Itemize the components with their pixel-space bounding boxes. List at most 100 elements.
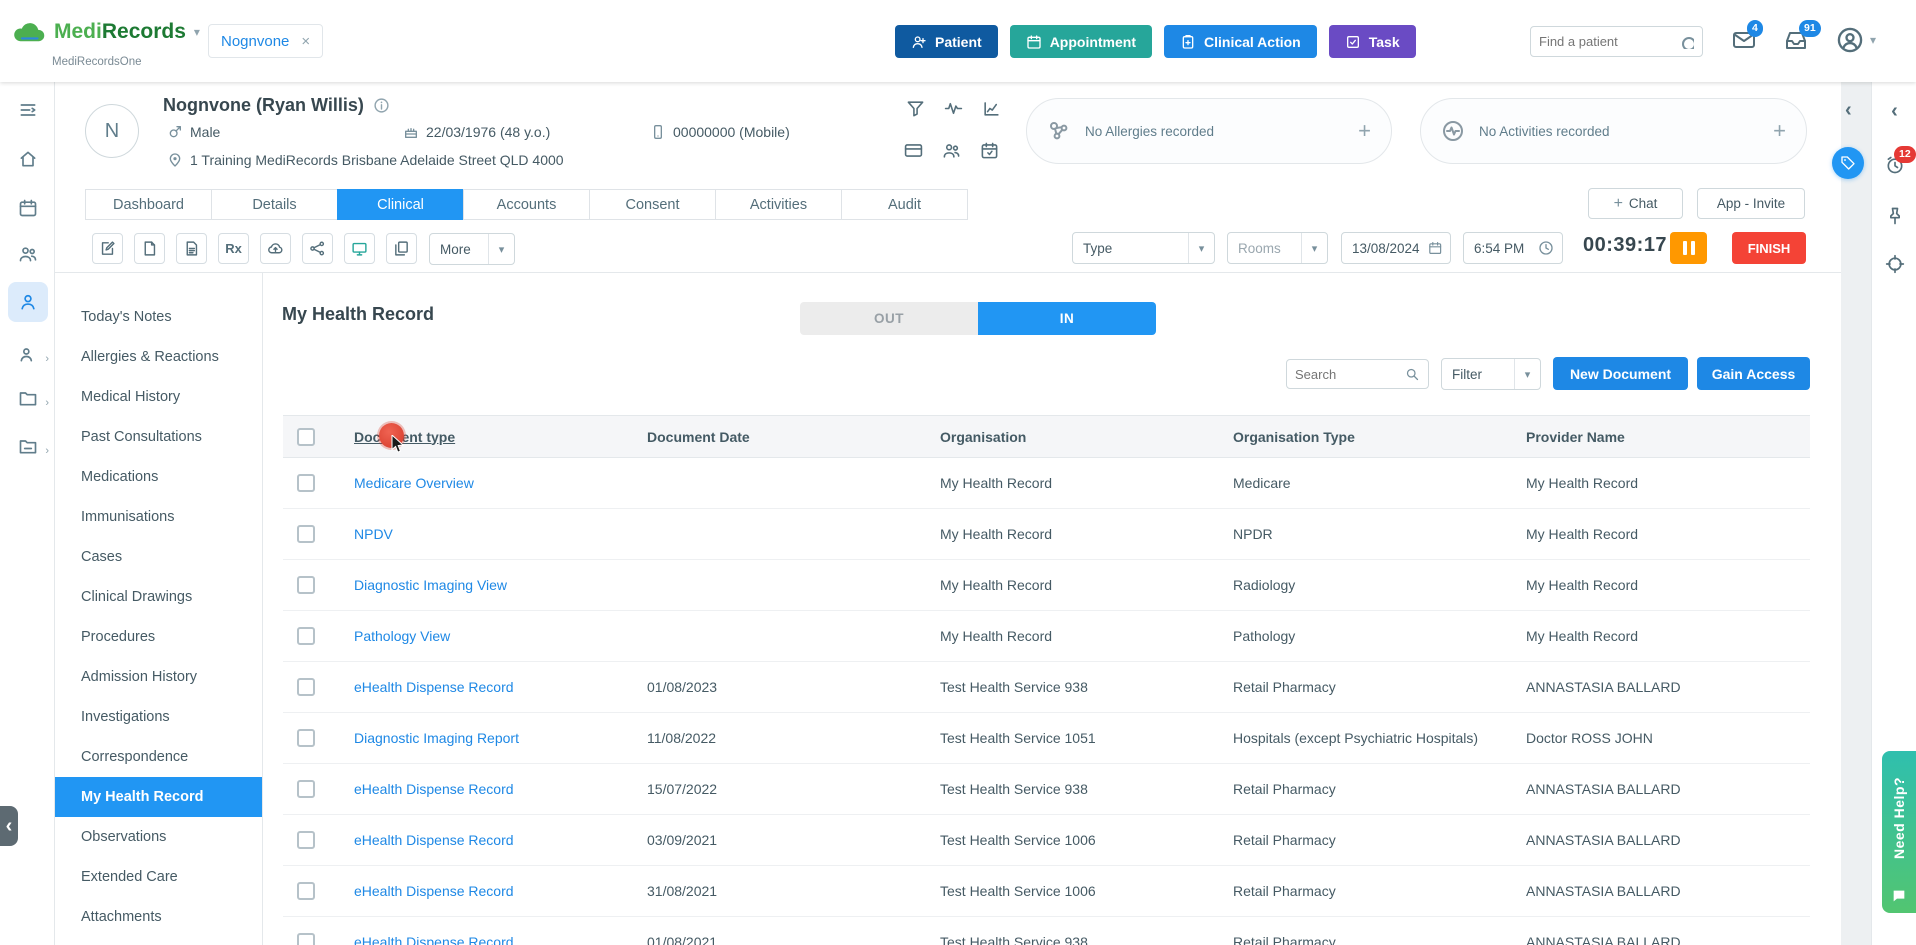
sidebar-item-medications[interactable]: Medications: [55, 457, 262, 497]
sidebar-item-correspondence[interactable]: Correspondence: [55, 737, 262, 777]
medicare-card-icon[interactable]: [901, 138, 925, 162]
find-patient-input[interactable]: [1539, 34, 1673, 49]
calendar-icon[interactable]: [8, 188, 48, 228]
row-checkbox[interactable]: [297, 780, 315, 798]
add-allergy-button[interactable]: +: [1358, 118, 1371, 144]
pause-button[interactable]: [1670, 232, 1707, 264]
tab-activities[interactable]: Activities: [715, 189, 842, 220]
row-checkbox[interactable]: [297, 474, 315, 492]
document-type-link[interactable]: eHealth Dispense Record: [354, 832, 514, 848]
collapse-panel-icon[interactable]: ‹: [1872, 101, 1916, 121]
document-type-link[interactable]: eHealth Dispense Record: [354, 679, 514, 695]
clinical-action-button[interactable]: Clinical Action: [1164, 25, 1317, 58]
in-toggle[interactable]: IN: [978, 302, 1156, 335]
sidebar-item-my-health-record[interactable]: My Health Record: [55, 777, 262, 817]
column-document-date[interactable]: Document Date: [647, 429, 940, 445]
tab-dashboard[interactable]: Dashboard: [85, 189, 212, 220]
tab-audit[interactable]: Audit: [841, 189, 968, 220]
document-type-link[interactable]: eHealth Dispense Record: [354, 781, 514, 797]
prescription-icon[interactable]: Rx: [218, 233, 249, 264]
sidebar-item-clinical-drawings[interactable]: Clinical Drawings: [55, 577, 262, 617]
template-icon[interactable]: [176, 233, 207, 264]
family-icon[interactable]: [939, 138, 963, 162]
tab-accounts[interactable]: Accounts: [463, 189, 590, 220]
mail-button[interactable]: 4: [1732, 28, 1756, 52]
document-search-input[interactable]: [1295, 367, 1399, 382]
sidebar-item-medical-history[interactable]: Medical History: [55, 377, 262, 417]
appointment-button[interactable]: Appointment: [1010, 25, 1152, 58]
column-provider-name[interactable]: Provider Name: [1526, 429, 1810, 445]
more-dropdown[interactable]: More▾: [429, 233, 515, 265]
tab-clinical[interactable]: Clinical: [337, 189, 464, 220]
folder-icon[interactable]: ›: [8, 378, 48, 418]
sidebar-item-procedures[interactable]: Procedures: [55, 617, 262, 657]
patient-button[interactable]: Patient: [895, 25, 998, 58]
document-type-link[interactable]: NPDV: [354, 526, 393, 542]
row-checkbox[interactable]: [297, 525, 315, 543]
row-checkbox[interactable]: [297, 729, 315, 747]
filter-icon[interactable]: [903, 96, 927, 120]
tags-button[interactable]: [1832, 147, 1864, 179]
telehealth-icon[interactable]: [344, 233, 375, 264]
row-checkbox[interactable]: [297, 882, 315, 900]
time-field[interactable]: 6:54 PM: [1463, 232, 1563, 264]
patients-icon[interactable]: [8, 282, 48, 322]
appointments-icon[interactable]: [977, 138, 1001, 162]
document-type-link[interactable]: Diagnostic Imaging Report: [354, 730, 519, 746]
pin-button[interactable]: [1872, 206, 1916, 226]
sidebar-item-today-s-notes[interactable]: Today's Notes: [55, 297, 262, 337]
row-checkbox[interactable]: [297, 627, 315, 645]
search-icon[interactable]: [1405, 367, 1420, 382]
document-type-link[interactable]: eHealth Dispense Record: [354, 934, 514, 945]
collapse-sidebar-icon[interactable]: ‹: [1845, 100, 1852, 120]
open-patient-tab[interactable]: Nognvone ×: [208, 24, 323, 58]
task-button[interactable]: Task: [1329, 25, 1416, 58]
date-field[interactable]: 13/08/2024: [1341, 232, 1451, 264]
sidebar-item-immunisations[interactable]: Immunisations: [55, 497, 262, 537]
sidebar-item-extended-care[interactable]: Extended Care: [55, 857, 262, 897]
expand-menu-icon[interactable]: [8, 90, 48, 130]
row-checkbox[interactable]: [297, 831, 315, 849]
document-type-link[interactable]: Pathology View: [354, 628, 450, 644]
cloud-upload-icon[interactable]: [260, 233, 291, 264]
finish-button[interactable]: FINISH: [1732, 232, 1806, 264]
need-help-tab[interactable]: Need Help?: [1882, 751, 1916, 913]
row-checkbox[interactable]: [297, 576, 315, 594]
contacts-icon[interactable]: [8, 234, 48, 274]
tray-button[interactable]: 91: [1784, 28, 1808, 52]
groups-icon[interactable]: ›: [8, 334, 48, 374]
referral-icon[interactable]: [302, 233, 333, 264]
new-document-button[interactable]: New Document: [1553, 357, 1688, 390]
documents-icon[interactable]: [386, 233, 417, 264]
brand[interactable]: MediRecords ▾: [12, 20, 200, 44]
filter-dropdown[interactable]: Filter▾: [1441, 358, 1541, 390]
column-organisation-type[interactable]: Organisation Type: [1233, 429, 1526, 445]
sidebar-item-cases[interactable]: Cases: [55, 537, 262, 577]
row-checkbox[interactable]: [297, 678, 315, 696]
gain-access-button[interactable]: Gain Access: [1697, 357, 1810, 390]
sidebar-item-allergies-reactions[interactable]: Allergies & Reactions: [55, 337, 262, 377]
type-dropdown[interactable]: Type▾: [1072, 232, 1215, 264]
sidebar-item-investigations[interactable]: Investigations: [55, 697, 262, 737]
chevron-down-icon[interactable]: ▾: [194, 25, 200, 39]
app-invite-button[interactable]: App - Invite: [1697, 188, 1805, 219]
close-icon[interactable]: ×: [301, 33, 310, 50]
document-type-link[interactable]: Medicare Overview: [354, 475, 474, 491]
out-toggle[interactable]: OUT: [800, 302, 978, 335]
sidebar-item-attachments[interactable]: Attachments: [55, 897, 262, 937]
document-type-link[interactable]: Diagnostic Imaging View: [354, 577, 507, 593]
search-icon[interactable]: [1679, 34, 1694, 49]
collapse-edge-tab[interactable]: ‹: [0, 806, 18, 846]
sidebar-item-admission-history[interactable]: Admission History: [55, 657, 262, 697]
letter-icon[interactable]: [134, 233, 165, 264]
tab-details[interactable]: Details: [211, 189, 338, 220]
sidebar-item-past-consultations[interactable]: Past Consultations: [55, 417, 262, 457]
column-organisation[interactable]: Organisation: [940, 429, 1233, 445]
add-activity-button[interactable]: +: [1773, 118, 1786, 144]
home-icon[interactable]: [8, 139, 48, 179]
vitals-icon[interactable]: [941, 96, 965, 120]
select-all-checkbox[interactable]: [297, 428, 315, 446]
rooms-dropdown[interactable]: Rooms▾: [1227, 232, 1328, 264]
progress-note-icon[interactable]: [92, 233, 123, 264]
row-checkbox[interactable]: [297, 933, 315, 945]
